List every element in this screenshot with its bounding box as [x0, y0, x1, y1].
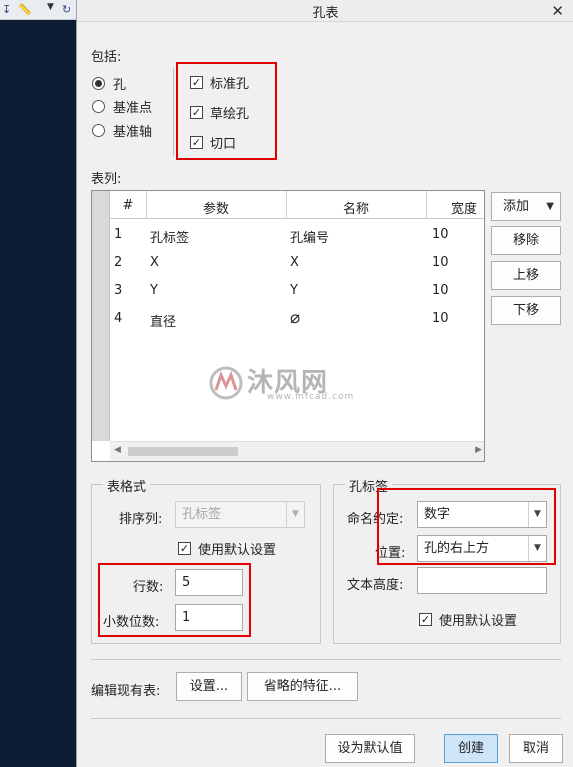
scroll-right-icon[interactable]: ▶	[475, 445, 482, 455]
highlight-box	[98, 563, 251, 637]
radio-icon[interactable]	[92, 100, 105, 113]
cell-width: 10	[432, 311, 449, 326]
text-height-input[interactable]	[417, 567, 547, 594]
chevron-down-icon: ▼	[546, 201, 554, 212]
add-button[interactable]: 添加 ▼	[491, 192, 561, 221]
text-height-label: 文本高度:	[347, 578, 404, 593]
cell-name: 孔编号	[290, 231, 330, 246]
radio-icon[interactable]	[92, 124, 105, 137]
row-header-strip	[92, 191, 110, 441]
columns-table: # 参数 名称 宽度 1 孔标签 孔编号 10 2 X X 10 3 Y Y 1…	[91, 190, 485, 462]
cell-index: 1	[114, 227, 123, 242]
horizontal-scrollbar[interactable]: ◀ ▶	[110, 441, 484, 461]
table-format-title: 表格式	[103, 476, 151, 495]
cell-width: 10	[432, 255, 449, 270]
include-divider	[173, 68, 174, 156]
check-label: 使用默认设置	[439, 614, 518, 629]
refresh-icon[interactable]: ↻	[62, 3, 71, 17]
cell-width: 10	[432, 283, 449, 298]
cell-parameter: 直径	[150, 315, 177, 330]
table-header: # 参数 名称 宽度	[110, 191, 484, 219]
diameter-symbol: ⌀	[290, 308, 301, 328]
columns-label: 表列:	[91, 172, 122, 187]
title-bar: 孔表 ✕	[77, 0, 573, 22]
remove-button[interactable]: 移除	[491, 226, 561, 255]
cell-index: 3	[114, 283, 123, 298]
scroll-thumb[interactable]	[128, 447, 238, 456]
create-button[interactable]: 创建	[444, 734, 498, 763]
cell-name: Y	[290, 283, 298, 298]
col-header-index[interactable]: #	[110, 198, 146, 213]
radio-icon[interactable]	[92, 77, 105, 90]
chevron-down-icon[interactable]: ▼	[47, 2, 54, 12]
scroll-left-icon[interactable]: ◀	[114, 445, 121, 455]
cancel-button[interactable]: 取消	[509, 734, 563, 763]
checkbox-icon[interactable]: ✓	[178, 542, 191, 555]
add-label: 添加	[503, 199, 530, 214]
col-header-width[interactable]: 宽度	[426, 198, 484, 217]
col-header-name[interactable]: 名称	[286, 198, 426, 217]
highlight-box	[377, 488, 556, 565]
footer-divider	[91, 718, 561, 719]
checkbox-icon[interactable]: ✓	[419, 613, 432, 626]
cell-index: 2	[114, 255, 123, 270]
check-label: 使用默认设置	[198, 543, 277, 558]
set-default-button[interactable]: 设为默认值	[325, 734, 415, 763]
cell-width: 10	[432, 227, 449, 242]
background-app-panel	[0, 0, 76, 767]
sort-column-value: 孔标签	[182, 507, 222, 522]
highlight-box	[176, 62, 277, 160]
radio-label: 基准点	[113, 101, 153, 116]
sort-column-label: 排序列:	[119, 512, 163, 527]
table-format-use-default[interactable]: ✓ 使用默认设置	[178, 539, 276, 558]
cell-index: 4	[114, 311, 123, 326]
chevron-down-icon: ▼	[286, 502, 304, 527]
radio-label: 基准轴	[113, 125, 153, 140]
watermark: 沐风网 www.mfcad.com	[207, 362, 377, 406]
section-divider	[91, 659, 561, 660]
watermark-logo	[209, 366, 243, 400]
edit-existing-label: 编辑现有表:	[91, 684, 161, 699]
omitted-features-button[interactable]: 省略的特征...	[247, 672, 358, 701]
settings-button[interactable]: 设置...	[176, 672, 242, 701]
cell-name: X	[290, 255, 299, 270]
move-up-button[interactable]: 上移	[491, 261, 561, 290]
cell-parameter: 孔标签	[150, 231, 190, 246]
cell-parameter: Y	[150, 283, 158, 298]
radio-hole[interactable]: 孔	[92, 74, 126, 93]
hole-table-dialog: 孔表 ✕ 包括: 孔 基准点 基准轴 ✓ 标准孔 ✓ 草绘孔 ✓ 切口 表列: …	[76, 0, 573, 767]
cell-parameter: X	[150, 255, 159, 270]
radio-label: 孔	[113, 78, 127, 93]
move-down-button[interactable]: 下移	[491, 296, 561, 325]
close-icon[interactable]: ✕	[551, 0, 564, 22]
dialog-title: 孔表	[312, 6, 339, 21]
watermark-url: www.mfcad.com	[267, 392, 355, 402]
col-header-parameter[interactable]: 参数	[146, 198, 286, 217]
include-label: 包括:	[91, 50, 122, 65]
background-toolbar: ↧ 📏 ▼ ↻	[0, 0, 76, 20]
hole-label-use-default[interactable]: ✓ 使用默认设置	[419, 610, 517, 629]
ruler-icon[interactable]: 📏	[18, 3, 32, 17]
sort-column-select[interactable]: 孔标签 ▼	[175, 501, 305, 528]
radio-datum-axis[interactable]: 基准轴	[92, 121, 152, 140]
radio-datum-point[interactable]: 基准点	[92, 97, 152, 116]
tool-icon-1[interactable]: ↧	[2, 3, 11, 17]
